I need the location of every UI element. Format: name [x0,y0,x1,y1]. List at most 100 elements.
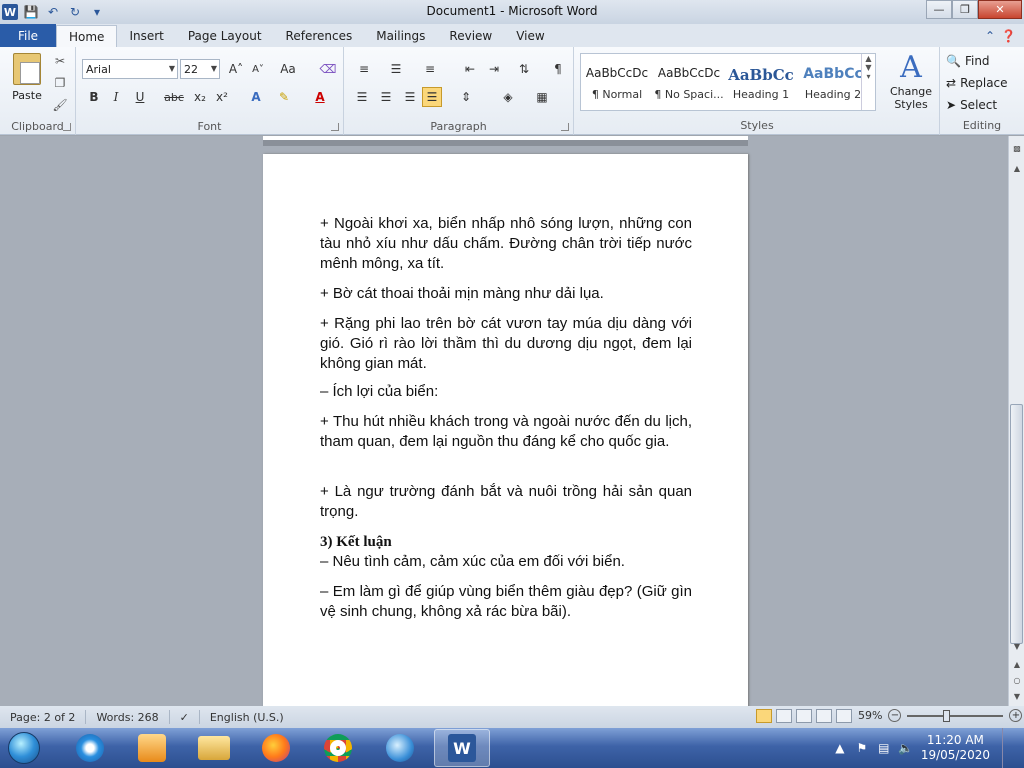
zoom-slider[interactable] [907,709,1004,722]
scroll-thumb[interactable] [1010,404,1023,644]
align-left-icon[interactable]: ☰ [352,87,372,107]
style-heading-2[interactable]: AaBbCc Heading 2 [797,54,869,110]
vertical-scrollbar[interactable]: ▩ ▲ ▼ ▲ ○ ▼ [1008,136,1024,706]
zoom-level[interactable]: 59% [858,709,882,722]
tab-home[interactable]: Home [56,25,118,47]
replace-button[interactable]: ⇄ Replace [946,73,1008,93]
style-heading-1[interactable]: AaBbCc Heading 1 [725,54,797,110]
format-painter-icon[interactable]: 🖌 [52,97,68,113]
align-center-icon[interactable]: ☰ [376,87,396,107]
word-app[interactable]: W [434,729,490,767]
ruler-toggle-icon[interactable]: ▩ [1009,140,1024,156]
section-heading[interactable]: 3) Kết luận [320,532,692,552]
line-spacing-icon[interactable]: ⇕ [456,87,476,107]
font-launcher-icon[interactable] [331,123,339,131]
strikethrough-button[interactable]: abc [164,87,184,107]
bold-button[interactable]: B [84,87,104,107]
paragraph[interactable]: + Là ngư trường đánh bắt và nuôi trồng h… [320,482,692,522]
print-layout-icon[interactable] [756,709,772,723]
clock[interactable]: 11:20 AM 19/05/2020 [921,733,990,763]
start-button[interactable] [4,728,44,768]
tab-file[interactable]: File [0,24,56,47]
text-effects-icon[interactable]: A [246,87,266,107]
align-right-icon[interactable]: ☰ [400,87,420,107]
proofing-icon[interactable]: ✓ [170,710,200,724]
font-size-select[interactable]: 22 ▼ [180,59,220,79]
paragraph[interactable]: + Thu hút nhiều khách trong và ngoài nướ… [320,412,692,452]
document-page[interactable]: + Ngoài khơi xa, biển nhấp nhô sóng lượn… [263,154,748,706]
styles-scroll-icon[interactable]: ▲ ▼ ▾ [861,54,875,110]
subscript-button[interactable]: x₂ [190,87,210,107]
file-explorer-app[interactable] [186,729,242,767]
restore-button[interactable]: ❐ [952,0,978,19]
tab-mailings[interactable]: Mailings [364,25,437,47]
copy-icon[interactable]: ❐ [52,75,68,91]
shading-icon[interactable]: ◈ [498,87,518,107]
font-color-icon[interactable]: A [310,87,330,107]
undo-icon[interactable]: ↶ [44,3,62,21]
increase-indent-icon[interactable]: ⇥ [484,59,504,79]
draft-icon[interactable] [836,709,852,723]
borders-icon[interactable]: ▦ [532,87,552,107]
numbering-icon[interactable]: ☰ [386,59,406,79]
word-logo-icon[interactable]: W [2,4,18,20]
tab-references[interactable]: References [274,25,365,47]
save-icon[interactable]: 💾 [22,3,40,21]
scroll-up-icon[interactable]: ▲ [1009,160,1024,176]
justify-icon[interactable]: ☰ [422,87,442,107]
highlight-icon[interactable]: ✎ [274,87,294,107]
tab-view[interactable]: View [504,25,556,47]
volume-icon[interactable]: 🔈 [898,741,913,755]
show-formatting-marks-icon[interactable]: ¶ [548,59,568,79]
full-screen-reading-icon[interactable] [776,709,792,723]
paragraph[interactable]: – Em làm gì để giúp vùng biển thêm giàu … [320,582,692,622]
grow-font-button[interactable]: A˄ [226,59,246,79]
zoom-out-icon[interactable]: − [888,709,902,722]
tab-review[interactable]: Review [437,25,504,47]
paragraph[interactable]: + Bờ cát thoai thoải mịn màng như dải lụ… [320,284,692,304]
shrink-font-button[interactable]: A˅ [248,59,268,79]
paragraph[interactable]: + Rặng phi lao trên bờ cát vươn tay múa … [320,314,692,374]
clear-formatting-icon[interactable]: ⌫ [318,59,338,79]
change-case-button[interactable]: Aa [278,59,298,79]
find-button[interactable]: 🔍 Find [946,51,990,71]
change-styles-button[interactable]: A Change Styles [886,51,936,112]
collapse-ribbon-icon[interactable]: ⌃ [985,29,995,43]
action-center-flag-icon[interactable]: ⚑ [855,741,869,755]
chrome-app[interactable] [310,729,366,767]
tab-insert[interactable]: Insert [117,25,175,47]
zoom-in-icon[interactable]: + [1009,709,1023,722]
paragraph[interactable]: – Nêu tình cảm, cảm xúc của em đối với b… [320,552,692,572]
web-layout-icon[interactable] [796,709,812,723]
close-button[interactable]: ✕ [978,0,1022,19]
paste-button[interactable]: Paste [8,51,46,111]
minimize-button[interactable]: — [926,0,952,19]
outline-icon[interactable] [816,709,832,723]
next-page-icon[interactable]: ▼ [1009,688,1024,704]
network-icon[interactable]: ▤ [877,741,891,755]
clipboard-launcher-icon[interactable] [63,123,71,131]
paragraph[interactable]: – Ích lợi của biển: [320,382,692,402]
customize-toolbar-icon[interactable]: ▾ [88,3,106,21]
sort-icon[interactable]: ⇅ [514,59,534,79]
font-family-select[interactable]: Arial ▼ [82,59,178,79]
firefox-app[interactable] [248,729,304,767]
tab-page-layout[interactable]: Page Layout [176,25,274,47]
style-normal[interactable]: AaBbCcDc ¶ Normal [581,54,653,110]
help-icon[interactable]: ❓ [1001,29,1016,43]
page-count[interactable]: Page: 2 of 2 [0,710,87,724]
bullets-icon[interactable]: ≡ [354,59,374,79]
previous-page-icon[interactable]: ▲ [1009,656,1024,672]
select-button[interactable]: ➤ Select [946,95,997,115]
decrease-indent-icon[interactable]: ⇤ [460,59,480,79]
redo-icon[interactable]: ↻ [66,3,84,21]
cut-icon[interactable]: ✂ [52,53,68,69]
show-desktop-button[interactable] [1002,728,1014,768]
show-hidden-icons-icon[interactable]: ▲ [833,741,847,755]
italic-button[interactable]: I [106,87,126,107]
scroll-down-icon[interactable]: ▼ [1009,638,1024,654]
superscript-button[interactable]: x² [212,87,232,107]
zoom-slider-thumb[interactable] [943,709,951,722]
word-count[interactable]: Words: 268 [86,710,170,724]
browse-object-icon[interactable]: ○ [1009,672,1024,688]
